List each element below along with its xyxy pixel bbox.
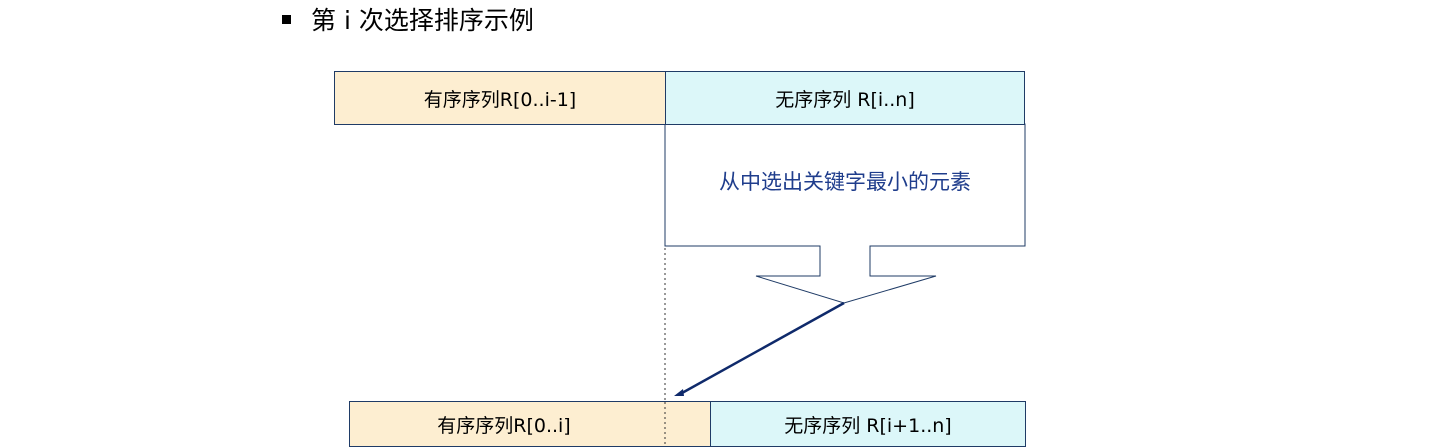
selection-arrow-head-icon bbox=[674, 389, 684, 396]
bottom-sorted-segment: 有序序列R[0..i] bbox=[349, 401, 711, 447]
top-unsorted-segment: 无序序列 R[i..n] bbox=[665, 71, 1025, 125]
bottom-unsorted-label: 无序序列 R[i+1..n] bbox=[784, 414, 952, 437]
bottom-sorted-label: 有序序列R[0..i] bbox=[437, 414, 571, 437]
top-sorted-segment: 有序序列R[0..i-1] bbox=[334, 71, 666, 125]
diagram-lines bbox=[664, 123, 1026, 446]
bottom-unsorted-segment: 无序序列 R[i+1..n] bbox=[710, 401, 1026, 447]
callout-shape bbox=[664, 123, 1026, 304]
top-sorted-label: 有序序列R[0..i-1] bbox=[423, 88, 577, 111]
top-unsorted-label: 无序序列 R[i..n] bbox=[775, 88, 915, 111]
selection-arrow-line bbox=[681, 301, 845, 395]
callout-text: 从中选出关键字最小的元素 bbox=[719, 170, 971, 194]
